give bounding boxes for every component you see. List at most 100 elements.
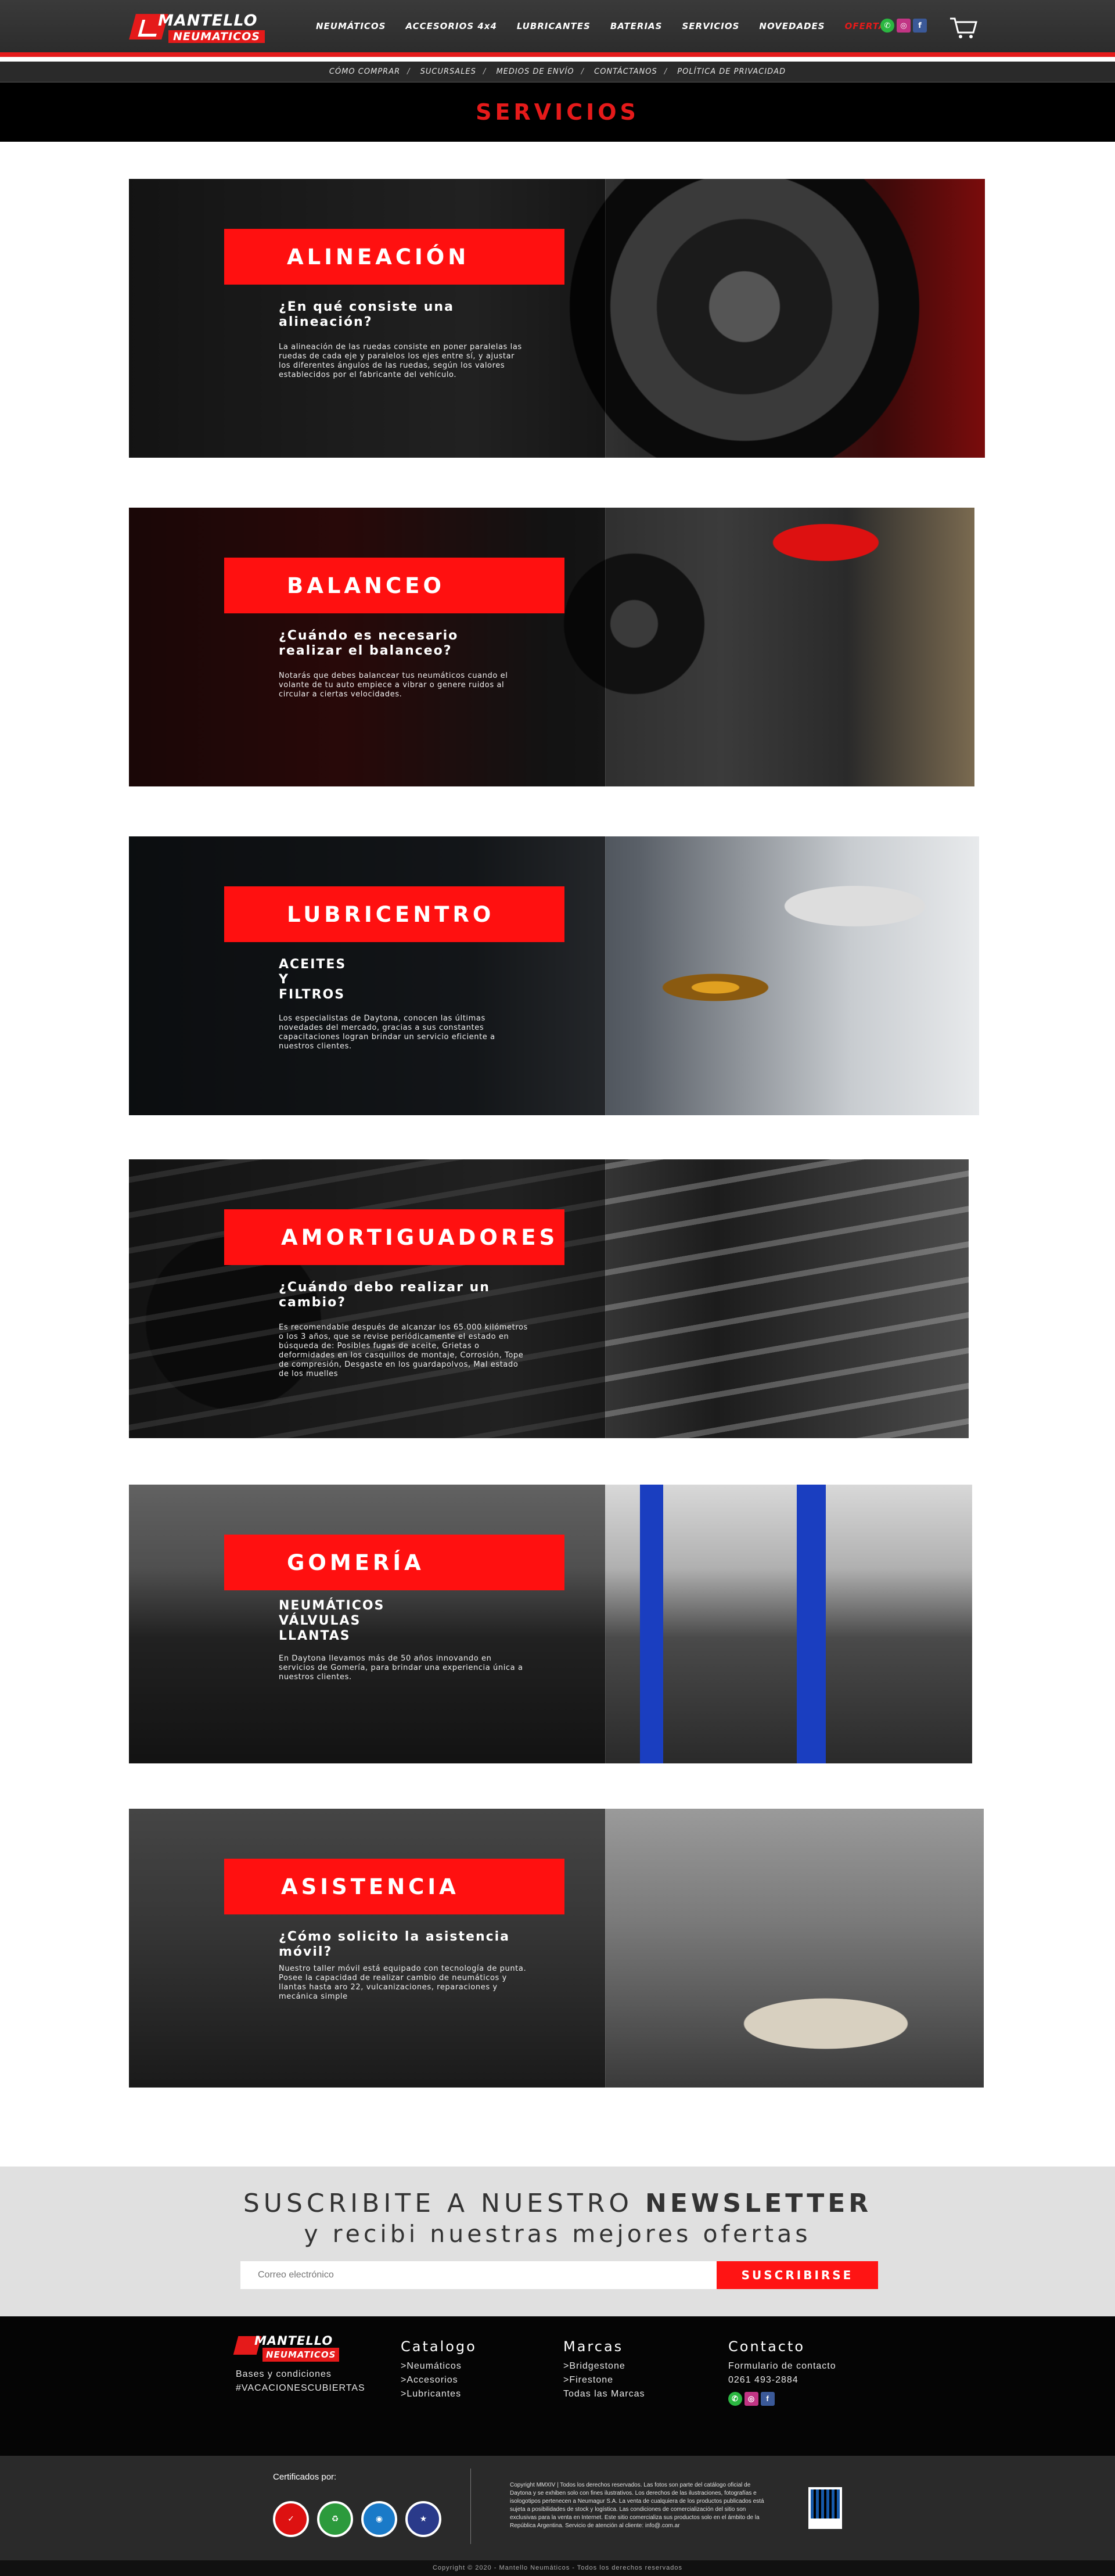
facebook-icon[interactable]: f	[913, 19, 927, 33]
service-text: En Daytona llevamos más de 50 años innov…	[279, 1654, 523, 1682]
header-social: ✆ ◎ f	[880, 19, 927, 33]
service-heading: ¿Cuándo es necesario realizar el balance…	[279, 628, 459, 658]
subnav-contacto[interactable]: CONTÁCTANOS	[594, 67, 657, 76]
footer-marcas-col: Marcas >Bridgestone >Firestone Todas las…	[563, 2337, 645, 2401]
nav-novedades[interactable]: NOVEDADES	[759, 21, 825, 31]
catalogo-lubricantes-link[interactable]: >Lubricantes	[401, 2387, 477, 2401]
phone-number[interactable]: 0261 493-2884	[728, 2373, 836, 2387]
service-card-lubricentro: LUBRICENTRO ACEITES Y FILTROS Los especi…	[129, 836, 979, 1115]
card-divider	[605, 836, 606, 1115]
service-title-badge: GOMERÍA	[224, 1535, 564, 1590]
service-heading: ACEITES Y FILTROS	[279, 957, 347, 1002]
service-text: Es recomendable después de alcanzar los …	[279, 1323, 528, 1378]
newsletter-title-prefix: SUSCRIBITE A NUESTRO	[243, 2189, 633, 2218]
service-title-badge: LUBRICENTRO	[224, 886, 564, 942]
footer-brand-col: MANTELLO NEUMATICOS Bases y condiciones …	[233, 2334, 365, 2395]
vacaciones-link[interactable]: #VACACIONESCUBIERTAS	[236, 2381, 365, 2395]
newsletter-title: SUSCRIBITE A NUESTRO NEWSLETTER	[0, 2189, 1115, 2218]
newsletter-email-input[interactable]	[240, 2261, 717, 2289]
subnav-envio[interactable]: MEDIOS DE ENVÍO	[496, 67, 574, 76]
footer-logo-subtext: NEUMATICOS	[262, 2348, 340, 2362]
copyright: Copyright © 2020 - Mantello Neumáticos -…	[0, 2560, 1115, 2576]
data-fiscal-qr-icon[interactable]	[808, 2487, 842, 2529]
bases-link[interactable]: Bases y condiciones	[236, 2367, 365, 2381]
legal-text: Copyright MMXIV | Todos los derechos res…	[510, 2482, 764, 2529]
whatsapp-icon[interactable]: ✆	[880, 19, 894, 33]
service-text: Notarás que debes balancear tus neumátic…	[279, 671, 508, 699]
service-text: Nuestro taller móvil está equipado con t…	[279, 1964, 527, 2001]
nav-servicios[interactable]: SERVICIOS	[682, 21, 739, 31]
service-title-badge: BALANCEO	[224, 558, 564, 613]
certification-badge-icon: ★	[405, 2501, 441, 2537]
page-title-banner: SERVICIOS	[0, 82, 1115, 142]
marcas-todas-link[interactable]: Todas las Marcas	[563, 2387, 645, 2401]
newsletter-subtitle: y recibi nuestras mejores ofertas	[304, 2220, 811, 2248]
marcas-bridgestone-link[interactable]: >Bridgestone	[563, 2359, 645, 2373]
subscribe-button[interactable]: SUSCRIBIRSE	[717, 2261, 878, 2289]
site-header: MANTELLO NEUMATICOS NEUMÁTICOS ACCESORIO…	[0, 0, 1115, 57]
instagram-icon[interactable]: ◎	[744, 2392, 758, 2406]
main-nav: NEUMÁTICOS ACCESORIOS 4x4 LUBRICANTES BA…	[316, 21, 912, 31]
service-title-badge: ALINEACIÓN	[224, 229, 564, 285]
divider	[470, 2469, 471, 2544]
card-divider	[605, 1485, 606, 1763]
card-divider	[605, 1809, 606, 2088]
card-divider	[605, 179, 606, 458]
nav-accesorios[interactable]: ACCESORIOS 4x4	[405, 21, 497, 31]
facebook-icon[interactable]: f	[761, 2392, 775, 2406]
whatsapp-icon[interactable]: ✆	[728, 2392, 742, 2406]
certification-badge-icon: ♻	[317, 2501, 353, 2537]
footer-logo-text: MANTELLO	[254, 2334, 333, 2348]
service-title: AMORTIGUADORES	[281, 1224, 559, 1250]
marcas-firestone-link[interactable]: >Firestone	[563, 2373, 645, 2387]
service-heading: ¿Cuándo debo realizar un cambio?	[279, 1280, 490, 1310]
logo-subtext: NEUMATICOS	[168, 30, 265, 43]
service-text: La alineación de las ruedas consiste en …	[279, 343, 522, 379]
certified-label: Certificados por:	[273, 2472, 337, 2482]
page-title: SERVICIOS	[476, 99, 639, 125]
service-title: LUBRICENTRO	[287, 901, 495, 927]
service-title: GOMERÍA	[287, 1550, 425, 1575]
service-title-badge: AMORTIGUADORES	[224, 1209, 564, 1265]
site-logo[interactable]: MANTELLO NEUMATICOS	[129, 10, 278, 46]
secondary-nav: CÓMO COMPRAR / SUCURSALES / MEDIOS DE ENVÍ…	[0, 62, 1115, 82]
card-divider	[605, 1159, 606, 1438]
newsletter-title-bold: NEWSLETTER	[645, 2189, 872, 2218]
footer-social: ✆ ◎ f	[728, 2392, 836, 2406]
subnav-sucursales[interactable]: SUCURSALES	[420, 67, 476, 76]
service-title: ASISTENCIA	[281, 1874, 459, 1899]
card-divider	[605, 508, 606, 786]
service-card-asistencia: ASISTENCIA ¿Cómo solicito la asistencia …	[129, 1809, 984, 2088]
instagram-icon[interactable]: ◎	[897, 19, 911, 33]
footer-contacto-col: Contacto Formulario de contacto 0261 493…	[728, 2337, 836, 2406]
service-title: BALANCEO	[287, 573, 445, 598]
service-heading: ¿Cómo solicito la asistencia móvil?	[279, 1930, 510, 1959]
certifications-bar: Certificados por: ✓ ♻ ◉ ★ Copyright MMXI…	[0, 2456, 1115, 2560]
service-text: Los especialistas de Daytona, conocen la…	[279, 1014, 495, 1051]
cart-icon[interactable]	[949, 16, 978, 39]
newsletter-section: SUSCRIBITE A NUESTRO NEWSLETTER y recibi…	[0, 2167, 1115, 2316]
footer-catalogo-col: Catalogo >Neumáticos >Accesorios >Lubric…	[401, 2337, 477, 2401]
marcas-title: Marcas	[563, 2338, 624, 2355]
subnav-como-comprar[interactable]: CÓMO COMPRAR	[329, 67, 400, 76]
contact-form-link[interactable]: Formulario de contacto	[728, 2359, 836, 2373]
service-title-badge: ASISTENCIA	[224, 1859, 564, 1914]
service-card-alineacion: ALINEACIÓN ¿En qué consiste una alineaci…	[129, 179, 985, 458]
service-card-balanceo: BALANCEO ¿Cuándo es necesario realizar e…	[129, 508, 974, 786]
certification-badge-icon: ◉	[361, 2501, 397, 2537]
site-footer: MANTELLO NEUMATICOS Bases y condiciones …	[0, 2316, 1115, 2456]
service-heading: ¿En qué consiste una alineación?	[279, 300, 454, 329]
nav-neumaticos[interactable]: NEUMÁTICOS	[316, 21, 386, 31]
footer-logo[interactable]: MANTELLO NEUMATICOS	[233, 2334, 352, 2362]
nav-baterias[interactable]: BATERIAS	[610, 21, 663, 31]
catalogo-neumaticos-link[interactable]: >Neumáticos	[401, 2359, 477, 2373]
service-card-amortiguadores: AMORTIGUADORES ¿Cuándo debo realizar un …	[129, 1159, 969, 1438]
catalogo-accesorios-link[interactable]: >Accesorios	[401, 2373, 477, 2387]
subnav-privacidad[interactable]: POLÍTICA DE PRIVACIDAD	[677, 67, 786, 76]
service-title: ALINEACIÓN	[287, 244, 470, 270]
contacto-title: Contacto	[728, 2338, 805, 2355]
certification-badge-icon: ✓	[273, 2501, 309, 2537]
service-card-gomeria: GOMERÍA NEUMÁTICOS VÁLVULAS LLANTAS En D…	[129, 1485, 972, 1763]
nav-lubricantes[interactable]: LUBRICANTES	[517, 21, 591, 31]
service-heading: NEUMÁTICOS VÁLVULAS LLANTAS	[279, 1598, 385, 1643]
